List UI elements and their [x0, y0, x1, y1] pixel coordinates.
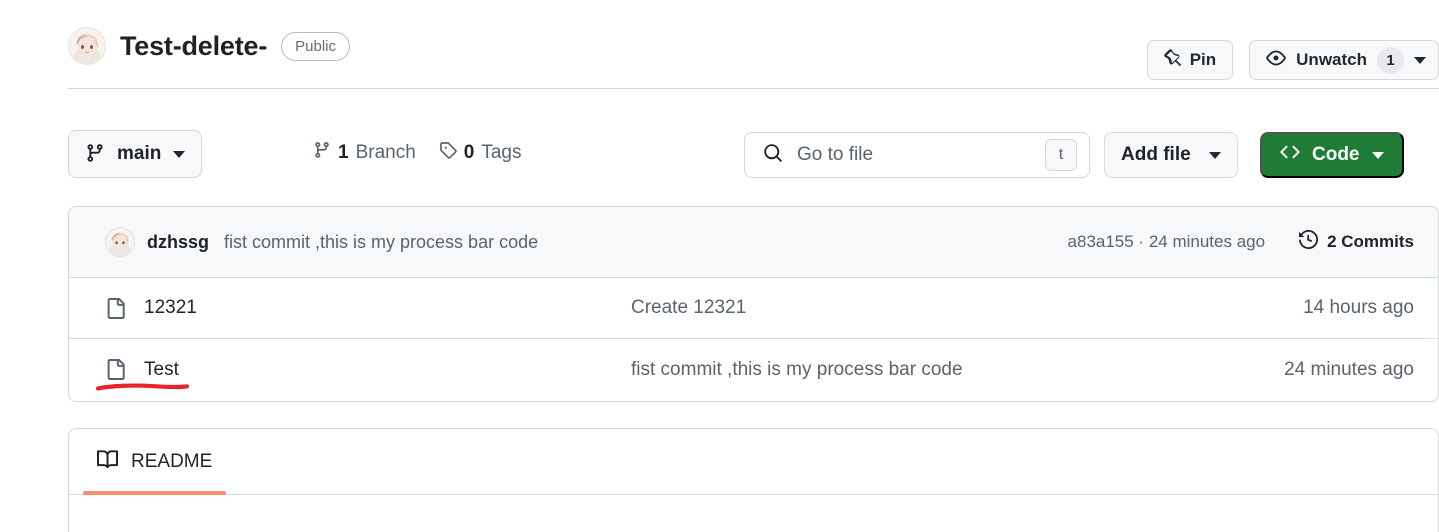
search-input[interactable]: Go to file — [797, 144, 1045, 166]
latest-commit-bar: dzhssg fist commit ,this is my process b… — [69, 207, 1438, 278]
tags-count: 0 — [463, 142, 475, 163]
owner-avatar[interactable] — [68, 27, 106, 65]
pin-button[interactable]: Pin — [1146, 40, 1234, 80]
file-name[interactable]: Test — [144, 359, 179, 381]
chevron-down-icon — [1371, 151, 1384, 159]
file-name[interactable]: 12321 — [144, 297, 197, 319]
branch-meta: 1 Branch 0 Tags — [313, 141, 522, 165]
add-file-label: Add file — [1121, 144, 1191, 165]
file-icon — [105, 359, 126, 380]
readme-panel: README — [68, 428, 1439, 532]
code-brackets-icon — [1280, 142, 1300, 168]
add-file-button[interactable]: Add file — [1104, 132, 1238, 178]
tag-icon — [439, 141, 457, 165]
commit-meta: a83a155 · 24 minutes ago 2 Commits — [1068, 229, 1414, 254]
search-shortcut-badge: t — [1045, 139, 1077, 171]
search-icon — [763, 143, 783, 168]
chevron-down-icon[interactable] — [1414, 56, 1426, 64]
page-title[interactable]: Test-delete- — [120, 31, 267, 62]
header-actions: Pin Unwatch 1 — [1146, 40, 1439, 80]
branch-icon — [313, 141, 331, 165]
tab-readme[interactable]: README — [83, 429, 227, 495]
watch-button-group[interactable]: Unwatch 1 — [1249, 40, 1439, 80]
repository-page: Test-delete- Public Pin Unwatch 1 main 1… — [0, 0, 1439, 532]
watch-count-badge: 1 — [1377, 46, 1404, 74]
file-commit-message[interactable]: Create 12321 — [631, 297, 746, 319]
tags-link[interactable]: 0 Tags — [439, 141, 522, 165]
file-commit-message[interactable]: fist commit ,this is my process bar code — [631, 359, 963, 381]
commits-count-link[interactable]: 2 Commits — [1299, 229, 1414, 254]
book-icon — [97, 449, 119, 475]
header-divider — [68, 88, 1439, 89]
tab-readme-label: README — [131, 450, 213, 472]
table-row[interactable]: 12321 Create 12321 14 hours ago — [69, 278, 1438, 339]
branches-label: Branch — [355, 142, 416, 163]
code-button[interactable]: Code — [1260, 132, 1404, 178]
commit-author-avatar[interactable] — [105, 227, 135, 257]
file-list-panel: dzhssg fist commit ,this is my process b… — [68, 206, 1439, 402]
commits-count-label: 2 Commits — [1327, 232, 1414, 251]
chevron-down-icon — [1208, 151, 1221, 159]
visibility-badge: Public — [281, 31, 350, 61]
code-button-label: Code — [1312, 144, 1360, 165]
branch-icon — [85, 143, 105, 166]
repo-header: Test-delete- Public Pin Unwatch 1 — [68, 18, 1439, 80]
branch-selector[interactable]: main — [68, 130, 203, 178]
branches-link[interactable]: 1 Branch — [313, 141, 416, 165]
branch-name: main — [117, 143, 162, 164]
watch-button-label: Unwatch — [1296, 50, 1367, 69]
file-icon — [105, 297, 126, 319]
file-commit-time: 24 minutes ago — [1284, 358, 1414, 380]
repo-toolbar: main 1 Branch 0 Tags Go to file t Add fi… — [68, 130, 1439, 180]
tags-label: Tags — [481, 142, 522, 163]
commit-message[interactable]: fist commit ,this is my process bar code — [224, 232, 538, 253]
history-icon — [1299, 229, 1319, 254]
branches-count: 1 — [338, 142, 349, 163]
pin-button-label: Pin — [1189, 50, 1217, 69]
readme-tabbar: README — [69, 429, 1438, 495]
file-commit-time: 14 hours ago — [1303, 297, 1414, 318]
go-to-file-search[interactable]: Go to file t — [744, 132, 1090, 178]
eye-icon — [1266, 48, 1286, 73]
commit-author-name[interactable]: dzhssg — [147, 232, 209, 253]
table-row[interactable]: Test fist commit ,this is my process bar… — [69, 339, 1438, 400]
pin-icon — [1163, 48, 1182, 72]
chevron-down-icon — [173, 150, 186, 158]
commit-hash-and-time[interactable]: a83a155 · 24 minutes ago — [1068, 232, 1266, 252]
